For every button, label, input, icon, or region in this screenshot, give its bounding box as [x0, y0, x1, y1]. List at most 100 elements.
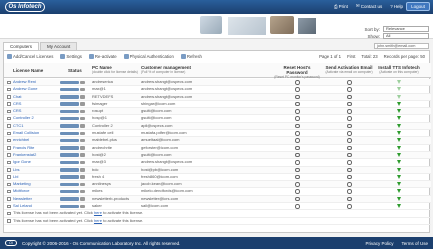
send-email-icon[interactable]	[347, 80, 352, 85]
row-checkbox[interactable]	[7, 87, 11, 92]
row-checkbox[interactable]	[7, 175, 11, 179]
download-icon[interactable]	[397, 189, 401, 194]
download-icon[interactable]	[397, 109, 401, 114]
reset-password-icon[interactable]	[295, 101, 300, 107]
help-link[interactable]: ? Help	[390, 3, 403, 9]
send-email-icon[interactable]	[347, 204, 352, 209]
send-email-icon[interactable]	[347, 123, 352, 129]
col-status[interactable]: Status	[68, 68, 82, 73]
first-page-link[interactable]: First	[347, 54, 355, 59]
reset-password-icon[interactable]	[295, 196, 300, 202]
col-license[interactable]: License Name	[13, 68, 43, 73]
pc-name[interactable]: saker	[92, 203, 102, 209]
col-cem[interactable]: Customer management (Full % of computer i…	[141, 65, 191, 75]
license-name[interactable]: enrichbel	[13, 137, 29, 143]
send-email-icon[interactable]	[347, 101, 352, 107]
reset-password-icon[interactable]	[295, 87, 300, 92]
row-checkbox[interactable]	[7, 160, 11, 165]
reset-password-icon[interactable]	[295, 145, 300, 151]
download-icon[interactable]	[397, 196, 401, 201]
send-email-icon[interactable]	[347, 196, 352, 202]
license-name[interactable]: CRS	[13, 101, 21, 107]
pc-name[interactable]: max@3	[92, 159, 106, 165]
row-checkbox[interactable]	[7, 168, 11, 172]
physical-auth-button[interactable]: Physical Authentication	[123, 54, 174, 59]
row-checkbox[interactable]	[7, 131, 11, 136]
refresh-button[interactable]: Refresh	[180, 54, 202, 59]
tab-my-account[interactable]: My Account	[40, 42, 78, 50]
license-name[interactable]: CTC1	[13, 123, 23, 129]
row-checkbox[interactable]	[7, 138, 11, 143]
col-pc[interactable]: PC Name (double click for license details…	[92, 65, 138, 75]
row-checkbox[interactable]	[7, 116, 11, 121]
table-row[interactable]: Frankenstat2 host@2 gsuiti@icom.com	[4, 151, 431, 160]
sort-select[interactable]: Relevance	[383, 26, 429, 32]
row-checkbox[interactable]	[7, 109, 11, 114]
add-license-button[interactable]: Add/Cancel Licenses	[7, 54, 53, 59]
pc-name[interactable]: bdc	[92, 167, 98, 173]
license-name[interactable]: Chat	[13, 94, 21, 100]
table-row[interactable]: Newsletter newsletterb-products newsletter…	[4, 195, 431, 204]
license-name[interactable]: Marketing	[13, 181, 31, 187]
send-email-icon[interactable]	[347, 152, 352, 158]
reset-password-icon[interactable]	[295, 123, 300, 129]
send-email-icon[interactable]	[347, 182, 352, 187]
send-email-icon[interactable]	[347, 160, 352, 165]
pc-name[interactable]: Controller 2	[92, 123, 113, 129]
download-icon[interactable]	[397, 204, 401, 209]
table-row[interactable]: Controller 2 hosp@1 gsuiti@icom.com	[4, 115, 431, 123]
reset-password-icon[interactable]	[295, 94, 300, 100]
row-checkbox[interactable]	[7, 146, 11, 150]
terms-link[interactable]: Terms of Use	[401, 241, 428, 246]
download-icon[interactable]	[397, 94, 401, 99]
license-name[interactable]: Andrew Gone	[13, 86, 37, 92]
download-icon[interactable]	[397, 116, 401, 121]
send-email-icon[interactable]	[347, 167, 352, 173]
reset-password-icon[interactable]	[295, 152, 300, 158]
license-name[interactable]: Email Collision	[13, 130, 39, 136]
pc-name[interactable]: andrechrite	[92, 145, 112, 151]
table-row[interactable]: Marketing annlinesys jacob.kean@icom.com	[4, 181, 431, 189]
table-row[interactable]: Email Collision mustafe cell mustafa.pdfer…	[4, 130, 431, 138]
license-name[interactable]: Midtforce	[13, 188, 29, 194]
reset-password-icon[interactable]	[295, 131, 300, 136]
download-icon[interactable]	[397, 123, 401, 128]
row-checkbox[interactable]	[7, 219, 11, 223]
pc-name[interactable]: hosp@1	[92, 115, 107, 121]
reset-password-icon[interactable]	[295, 204, 300, 209]
tab-computers[interactable]: Computers	[3, 42, 40, 50]
download-icon[interactable]	[397, 138, 401, 143]
reset-password-icon[interactable]	[295, 189, 300, 194]
license-name[interactable]: Frankenstat2	[13, 152, 36, 158]
activate-link[interactable]: here	[94, 210, 102, 215]
download-icon[interactable]	[397, 131, 401, 136]
row-checkbox[interactable]	[7, 189, 11, 194]
settings-button[interactable]: Settings	[60, 54, 82, 59]
reset-password-icon[interactable]	[295, 167, 300, 173]
send-email-icon[interactable]	[347, 138, 352, 143]
reset-password-icon[interactable]	[295, 116, 300, 121]
send-email-icon[interactable]	[347, 189, 352, 194]
pc-name[interactable]: mikes	[92, 188, 102, 194]
pc-name[interactable]: fresh 4	[92, 174, 104, 180]
table-row[interactable]: enrichbel mablebel-plus amueltaal@icom.com	[4, 137, 431, 145]
records-per-page[interactable]: Records per page: 50	[384, 54, 425, 59]
row-checkbox[interactable]	[7, 80, 11, 84]
send-email-icon[interactable]	[347, 145, 352, 151]
row-checkbox[interactable]	[7, 182, 11, 187]
send-email-icon[interactable]	[347, 131, 352, 136]
reset-password-icon[interactable]	[295, 109, 300, 114]
download-icon[interactable]	[397, 160, 401, 165]
pc-name[interactable]: mablebel-plus	[92, 137, 117, 143]
print-link[interactable]: ⎙ Print	[334, 3, 348, 9]
show-select[interactable]: All	[383, 33, 429, 39]
reset-password-icon[interactable]	[295, 174, 300, 180]
pc-name[interactable]: mustafe cell	[92, 130, 113, 136]
reset-password-icon[interactable]	[295, 182, 300, 187]
row-checkbox[interactable]	[7, 124, 11, 128]
send-email-icon[interactable]	[347, 116, 352, 121]
license-name[interactable]: Andrew Reni	[13, 79, 36, 85]
row-checkbox[interactable]	[7, 102, 11, 106]
pc-name[interactable]: host@2	[92, 152, 106, 158]
activate-link[interactable]: here	[94, 218, 102, 223]
